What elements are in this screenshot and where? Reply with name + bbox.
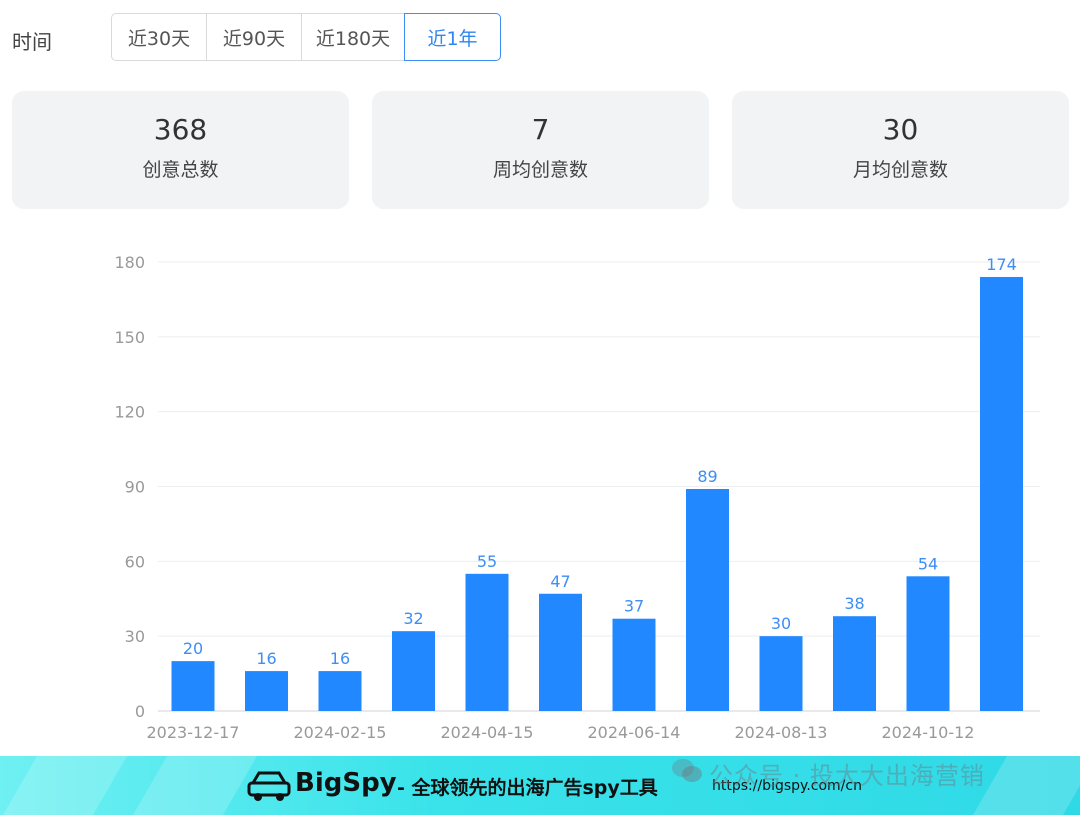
data-label: 55: [477, 552, 497, 571]
wechat-icon: [672, 759, 702, 782]
x-tick-label: 2024-02-15: [294, 723, 387, 742]
stat-value: 7: [531, 113, 550, 146]
data-label: 16: [330, 649, 350, 668]
stat-label: 创意总数: [142, 159, 219, 181]
x-tick-label: 2024-10-12: [882, 723, 975, 742]
bar: [906, 576, 950, 711]
data-label: 30: [771, 614, 791, 633]
time-filter-label: 时间: [12, 30, 52, 54]
y-tick-label: 0: [135, 702, 145, 721]
bar: [539, 593, 582, 711]
bar: [759, 636, 803, 711]
data-label: 174: [986, 255, 1017, 274]
time-range-tabs: 近30天 近90天 近180天 近1年: [111, 13, 501, 61]
stat-label: 月均创意数: [852, 159, 948, 181]
tab-30-days[interactable]: 近30天: [111, 13, 207, 61]
x-tick-label: 2024-06-14: [588, 723, 681, 742]
stat-value: 30: [882, 113, 919, 146]
banner-slogan: - 全球领先的出海广告spy工具: [397, 777, 658, 799]
data-label: 32: [403, 609, 423, 628]
wechat-watermark: 公众号 · 投大大出海营销: [709, 762, 985, 790]
tab-1-year[interactable]: 近1年: [404, 13, 501, 61]
data-label: 54: [918, 554, 938, 573]
y-tick-label: 150: [114, 328, 145, 347]
stat-label: 周均创意数: [492, 159, 588, 181]
bar: [171, 661, 215, 711]
stat-card-total: 368 创意总数: [12, 91, 349, 209]
y-tick-label: 120: [114, 403, 145, 422]
bar: [612, 618, 656, 711]
bar: [318, 671, 362, 711]
bigspy-car-logo-icon: [247, 771, 291, 801]
bar: [686, 488, 729, 711]
banner-brand: BigSpy: [295, 768, 397, 798]
stat-card-monthly-avg: 30 月均创意数: [732, 91, 1069, 209]
stat-card-weekly-avg: 7 周均创意数: [372, 91, 709, 209]
x-tick-label: 2024-08-13: [735, 723, 828, 742]
stat-value: 368: [153, 113, 208, 146]
data-label: 38: [844, 594, 864, 613]
x-tick-label: 2023-12-17: [147, 723, 240, 742]
bar: [392, 631, 435, 711]
x-tick-label: 2024-04-15: [441, 723, 534, 742]
data-label: 47: [550, 572, 570, 591]
bar: [245, 671, 288, 711]
bar: [833, 616, 876, 711]
bar: [980, 276, 1023, 711]
bar: [465, 573, 509, 711]
tab-180-days[interactable]: 近180天: [301, 13, 405, 61]
tab-90-days[interactable]: 近90天: [206, 13, 302, 61]
creative-count-bar-chart: 0 30 60 90 120 150 180 20 2023-12-17 16 16 2024-02-…: [114, 253, 1040, 742]
y-tick-label: 90: [125, 478, 145, 497]
data-label: 89: [697, 467, 717, 486]
data-label: 20: [183, 639, 203, 658]
y-tick-label: 180: [114, 253, 145, 272]
data-label: 37: [624, 597, 644, 616]
y-tick-label: 60: [125, 552, 145, 571]
y-tick-label: 30: [125, 627, 145, 646]
data-label: 16: [256, 649, 276, 668]
